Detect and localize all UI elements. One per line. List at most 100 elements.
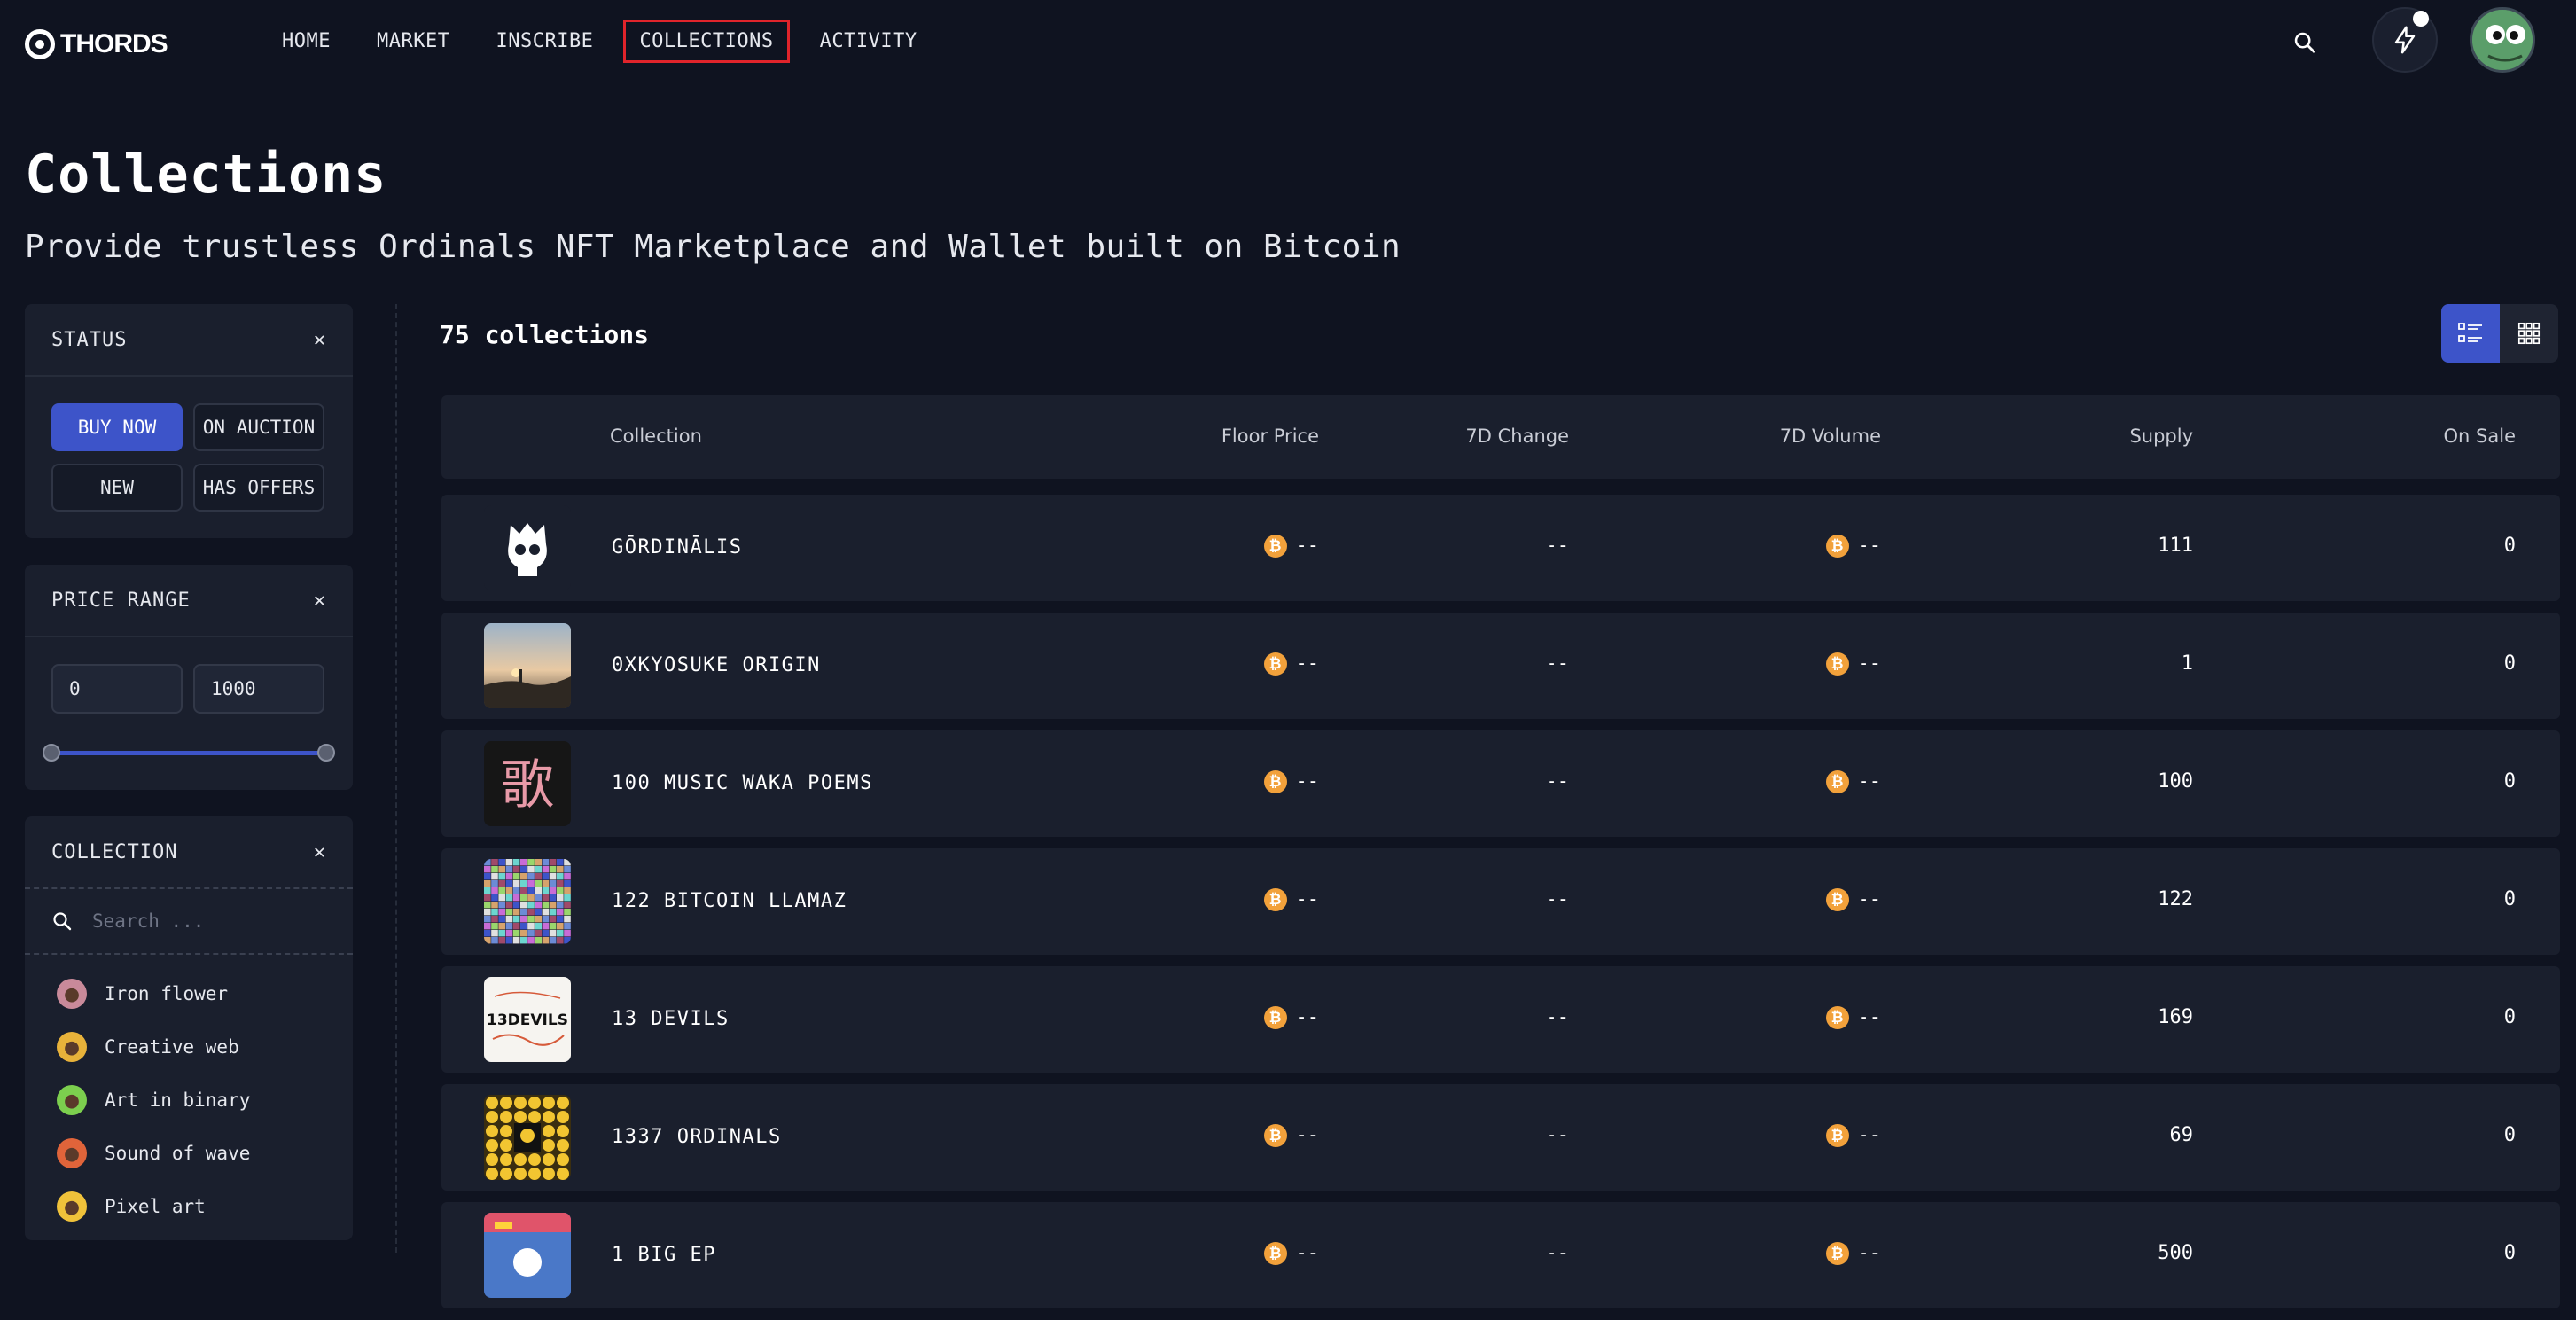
floor-price-value: -- [1295, 652, 1320, 675]
price-range-header[interactable]: PRICE RANGE ✕ [25, 565, 353, 637]
on-sale-cell: 0 [2503, 770, 2516, 793]
collection-thumbnail[interactable] [484, 1095, 571, 1180]
nav-collections[interactable]: COLLECTIONS [623, 20, 790, 63]
nav-home[interactable]: HOME [266, 20, 347, 63]
table-row[interactable]: 0XKYOSUKE ORIGIN ₿ -- -- ₿ -- 1 0 [441, 613, 2560, 719]
supply-cell: 1 [2181, 652, 2193, 675]
status-buy-now-chip[interactable]: BUY NOW [51, 403, 183, 451]
collection-filter-label: Iron flower [105, 983, 229, 1004]
nav-activity[interactable]: ACTIVITY [804, 20, 933, 63]
column-supply[interactable]: Supply [2129, 426, 2193, 447]
slider-min-handle[interactable] [43, 744, 60, 762]
collection-filter-item[interactable]: Pixel art [25, 1180, 353, 1233]
column-collection[interactable]: Collection [610, 426, 702, 447]
supply-cell: 122 [2158, 888, 2193, 910]
price-range-title: PRICE RANGE [51, 589, 191, 612]
bitcoin-icon: ₿ [1825, 888, 1849, 911]
collection-name[interactable]: GŌRDINĀLIS [612, 536, 742, 558]
collection-search-input[interactable]: Search ... [25, 889, 353, 955]
nav-inscribe[interactable]: INSCRIBE [480, 20, 609, 63]
on-sale-cell: 0 [2503, 1124, 2516, 1146]
lightning-icon [2394, 26, 2416, 54]
floor-price-value: -- [1295, 888, 1320, 910]
7d-volume-cell: ₿ -- [1825, 770, 1881, 793]
collection-name[interactable]: 1337 ORDINALS [612, 1126, 782, 1148]
search-icon[interactable] [2292, 30, 2317, 55]
floor-price-cell: ₿ -- [1263, 1006, 1319, 1029]
column-7d-change[interactable]: 7D Change [1465, 426, 1569, 447]
table-row[interactable]: 13DEVILS 13 DEVILS ₿ -- -- ₿ -- 169 0 [441, 966, 2560, 1073]
7d-volume-value: -- [1857, 888, 1882, 910]
collection-filter-item[interactable]: Art in binary [25, 1074, 353, 1127]
status-has-offers-chip[interactable]: HAS OFFERS [193, 464, 324, 512]
status-new-chip[interactable]: NEW [51, 464, 183, 512]
notification-dot [2413, 11, 2429, 27]
thords-logo[interactable]: THORDS [25, 27, 168, 62]
bitcoin-icon: ₿ [1263, 1242, 1287, 1265]
table-header: Collection Floor Price 7D Change 7D Volu… [441, 395, 2560, 479]
list-view-button[interactable] [2441, 304, 2500, 363]
collections-count: 75 collections [440, 320, 650, 349]
slider-max-handle[interactable] [317, 744, 335, 762]
table-row[interactable]: GŌRDINĀLIS ₿ -- -- ₿ -- 111 0 [441, 495, 2560, 601]
activity-button[interactable] [2372, 7, 2438, 73]
table-row[interactable]: 122 BITCOIN LLAMAZ ₿ -- -- ₿ -- 122 0 [441, 848, 2560, 955]
floor-price-value: -- [1295, 770, 1320, 793]
price-max-input[interactable]: 1000 [193, 664, 324, 714]
collection-thumbnail[interactable] [484, 1213, 571, 1298]
close-icon[interactable]: ✕ [314, 841, 326, 863]
supply-cell: 169 [2158, 1006, 2193, 1028]
table-row[interactable]: 1337 ORDINALS ₿ -- -- ₿ -- 69 0 [441, 1084, 2560, 1191]
page-title: Collections [25, 144, 387, 206]
nav-market[interactable]: MARKET [361, 20, 465, 63]
grid-view-button[interactable] [2500, 304, 2558, 363]
avatar[interactable] [2470, 7, 2535, 73]
collection-filter-label: Creative web [105, 1036, 239, 1058]
list-view-icon [2458, 323, 2482, 342]
close-icon[interactable]: ✕ [314, 590, 326, 612]
bitcoin-icon: ₿ [1825, 1124, 1849, 1147]
collection-name[interactable]: 0XKYOSUKE ORIGIN [612, 654, 821, 676]
on-sale-cell: 0 [2503, 888, 2516, 910]
collection-name[interactable]: 13 DEVILS [612, 1008, 730, 1030]
bitcoin-icon: ₿ [1825, 1006, 1849, 1029]
table-row[interactable]: 歌 100 MUSIC WAKA POEMS ₿ -- -- ₿ -- 100 0 [441, 730, 2560, 837]
column-7d-volume[interactable]: 7D Volume [1780, 426, 1881, 447]
collection-thumbnail[interactable]: 13DEVILS [484, 977, 571, 1062]
price-range-slider[interactable] [43, 742, 335, 763]
bitcoin-icon: ₿ [1263, 1124, 1287, 1147]
column-on-sale[interactable]: On Sale [2444, 426, 2516, 447]
collection-thumbnail[interactable] [484, 623, 571, 708]
7d-change-cell: -- [1545, 1242, 1570, 1264]
page-subtitle: Provide trustless Ordinals NFT Marketpla… [25, 229, 1401, 265]
price-min-input[interactable]: 0 [51, 664, 183, 714]
collection-filter-item[interactable]: Creative web [25, 1020, 353, 1074]
7d-change-cell: -- [1545, 1006, 1570, 1028]
collection-name[interactable]: 1 BIG EP [612, 1244, 716, 1266]
collection-filter-item[interactable]: Sound of wave [25, 1127, 353, 1180]
collection-filter-item[interactable]: Iron flower [25, 967, 353, 1020]
bitcoin-icon: ₿ [1263, 535, 1287, 558]
table-row[interactable]: 1 BIG EP ₿ -- -- ₿ -- 500 0 [441, 1202, 2560, 1308]
sidebar-divider [395, 304, 397, 1253]
frog-avatar-icon [2472, 10, 2533, 70]
collection-name[interactable]: 100 MUSIC WAKA POEMS [612, 772, 873, 794]
collection-filter-header[interactable]: COLLECTION ✕ [25, 816, 353, 889]
collection-avatar [57, 1032, 87, 1062]
column-floor-price[interactable]: Floor Price [1222, 426, 1319, 447]
supply-cell: 69 [2169, 1124, 2194, 1146]
collection-thumbnail[interactable]: 歌 [484, 741, 571, 826]
collection-name[interactable]: 122 BITCOIN LLAMAZ [612, 890, 847, 912]
collection-thumbnail[interactable] [484, 859, 571, 944]
close-icon[interactable]: ✕ [314, 329, 326, 351]
7d-volume-value: -- [1857, 652, 1882, 675]
7d-change-cell: -- [1545, 888, 1570, 910]
status-on-auction-chip[interactable]: ON AUCTION [193, 403, 324, 451]
collection-filter: COLLECTION ✕ Search ... Iron flower Creat… [25, 816, 353, 1240]
7d-volume-cell: ₿ -- [1825, 1006, 1881, 1029]
page-hero: Collections Provide trustless Ordinals N… [25, 144, 1401, 265]
status-filter-header[interactable]: STATUS ✕ [25, 304, 353, 377]
collection-thumbnail[interactable] [484, 505, 571, 590]
7d-volume-cell: ₿ -- [1825, 1124, 1881, 1147]
on-sale-cell: 0 [2503, 1242, 2516, 1264]
